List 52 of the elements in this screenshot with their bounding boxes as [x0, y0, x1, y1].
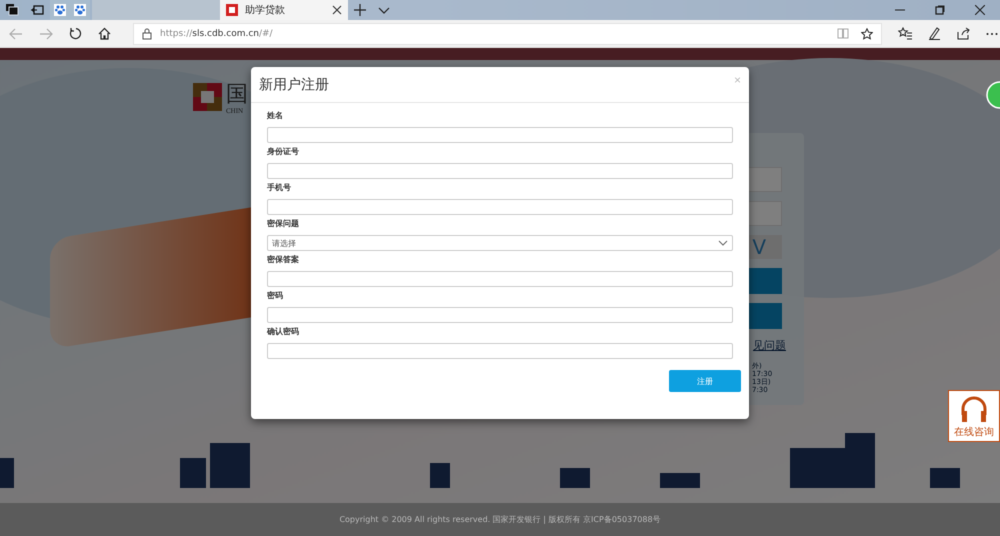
online-consult-button[interactable]: 在线咨询	[948, 390, 1000, 442]
building-drawing	[180, 458, 206, 488]
logo-text: 国	[226, 83, 248, 107]
field-label: 确认密码	[267, 327, 300, 337]
input-field[interactable]	[267, 343, 733, 359]
dialog-title: 新用户注册	[259, 76, 329, 94]
favorites-list-icon[interactable]	[898, 27, 912, 40]
building-drawing	[430, 463, 450, 488]
chevron-down-icon	[718, 240, 728, 246]
input-field[interactable]	[267, 271, 733, 287]
field-label: 密保答案	[267, 255, 300, 265]
field-label: 身份证号	[267, 147, 300, 157]
refresh-icon[interactable]	[69, 27, 82, 40]
question-dropdown[interactable]: 请选择	[267, 235, 733, 251]
logo-icon	[193, 83, 222, 111]
browser-tab[interactable]	[70, 0, 90, 20]
building-drawing	[0, 458, 14, 488]
field-label: 密保问题	[267, 219, 300, 229]
field-label: 姓名	[267, 111, 284, 121]
extension-icon[interactable]	[986, 81, 1000, 109]
close-icon[interactable]	[332, 5, 342, 15]
browser-tab[interactable]: 助学贷款	[220, 0, 348, 20]
paw-icon	[74, 4, 86, 16]
tab-back-icon[interactable]	[30, 3, 44, 17]
lock-icon	[142, 28, 152, 40]
window-stack-icon[interactable]	[5, 3, 19, 17]
headphones-icon	[959, 395, 989, 423]
input-field[interactable]	[267, 163, 733, 179]
building-drawing	[660, 473, 700, 488]
field-label: 手机号	[267, 183, 292, 193]
more-icon[interactable]	[986, 32, 998, 36]
new-tab-icon[interactable]	[354, 4, 366, 16]
building-drawing	[560, 468, 590, 488]
address-bar[interactable]: https://sls.cdb.com.cn/#/	[133, 22, 882, 44]
field-label: 密码	[267, 291, 284, 301]
browser-tab[interactable]	[50, 0, 70, 20]
paw-icon	[54, 4, 66, 16]
input-field[interactable]	[267, 199, 733, 215]
pen-icon[interactable]	[928, 27, 941, 40]
restore-icon[interactable]	[935, 5, 945, 15]
share-icon[interactable]	[957, 27, 970, 40]
faq-link[interactable]: 见问题	[753, 338, 786, 353]
input-field[interactable]	[267, 307, 733, 323]
logo-icon	[226, 4, 238, 16]
star-icon[interactable]	[861, 28, 873, 40]
home-icon[interactable]	[98, 27, 111, 40]
building-drawing	[210, 443, 250, 488]
url-text[interactable]: https://sls.cdb.com.cn/#/	[160, 28, 273, 38]
close-icon[interactable]	[975, 5, 985, 15]
input-field[interactable]	[267, 127, 733, 143]
building-drawing	[930, 468, 960, 488]
footer-text: Copyright © 2009 All rights reserved. 国家开发银行 | 版权所有 京ICP备05037088号	[339, 514, 661, 525]
